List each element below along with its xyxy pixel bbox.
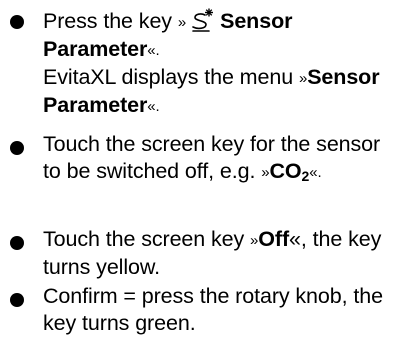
bullet-icon bbox=[10, 141, 24, 155]
step-4-line-2: key turns green. bbox=[43, 311, 196, 335]
bullet-icon bbox=[10, 293, 24, 307]
step-3-line-2: turns yellow. bbox=[43, 255, 161, 279]
quote-close: «. bbox=[147, 98, 160, 115]
step-4-line-1: Confirm = press the rotary knob, the bbox=[43, 284, 383, 308]
quote-open: » bbox=[298, 70, 308, 87]
step-3-bold-off: Off bbox=[258, 227, 290, 251]
step-4-text: Confirm = press the rotary knob, the key… bbox=[43, 283, 398, 337]
step-1-line-3-bold: Sensor bbox=[307, 65, 380, 89]
step-1-bold-sensor: Sensor bbox=[220, 9, 293, 33]
step-3-line-1-prefix: Touch the screen key bbox=[43, 227, 251, 251]
instruction-page: Press the key » Sensor Parameter«. Evita… bbox=[0, 0, 400, 341]
step-1-line-1: Press the key » Sensor bbox=[43, 7, 398, 36]
quote-open: » bbox=[177, 14, 187, 31]
step-3-line-1: Touch the screen key »Off«, the key bbox=[43, 226, 398, 254]
step-2-bold-co: CO bbox=[269, 159, 302, 183]
step-2-line-2-prefix: to be switched off, e.g. bbox=[43, 159, 262, 183]
sensor-icon bbox=[190, 7, 214, 33]
bullet-icon bbox=[10, 236, 24, 250]
quote-close: «. bbox=[309, 164, 322, 181]
step-1-line-3-text: EvitaXL displays the menu bbox=[43, 65, 299, 89]
step-1-line-4: Parameter«. bbox=[43, 92, 398, 120]
step-3-text: Touch the screen key »Off«, the key turn… bbox=[43, 226, 398, 281]
step-2-line-2: to be switched off, e.g. »CO2«. bbox=[43, 158, 398, 190]
step-1-line-4-bold: Parameter bbox=[43, 93, 148, 117]
step-2-line-1: Touch the screen key for the sensor bbox=[43, 132, 381, 156]
step-1-text: Press the key » Sensor Parameter«. Evita… bbox=[43, 7, 398, 120]
quote-close: «. bbox=[147, 42, 160, 59]
step-1-line-1-prefix: Press the key bbox=[43, 9, 178, 33]
step-1-bold-parameter: Parameter bbox=[43, 37, 148, 61]
step-1-line-3: EvitaXL displays the menu »Sensor bbox=[43, 64, 398, 92]
bullet-icon bbox=[10, 15, 24, 29]
step-1-line-2: Parameter«. bbox=[43, 36, 398, 64]
step-3-line-1-suffix: «, the key bbox=[289, 227, 382, 251]
step-2-text: Touch the screen key for the sensor to b… bbox=[43, 131, 398, 190]
